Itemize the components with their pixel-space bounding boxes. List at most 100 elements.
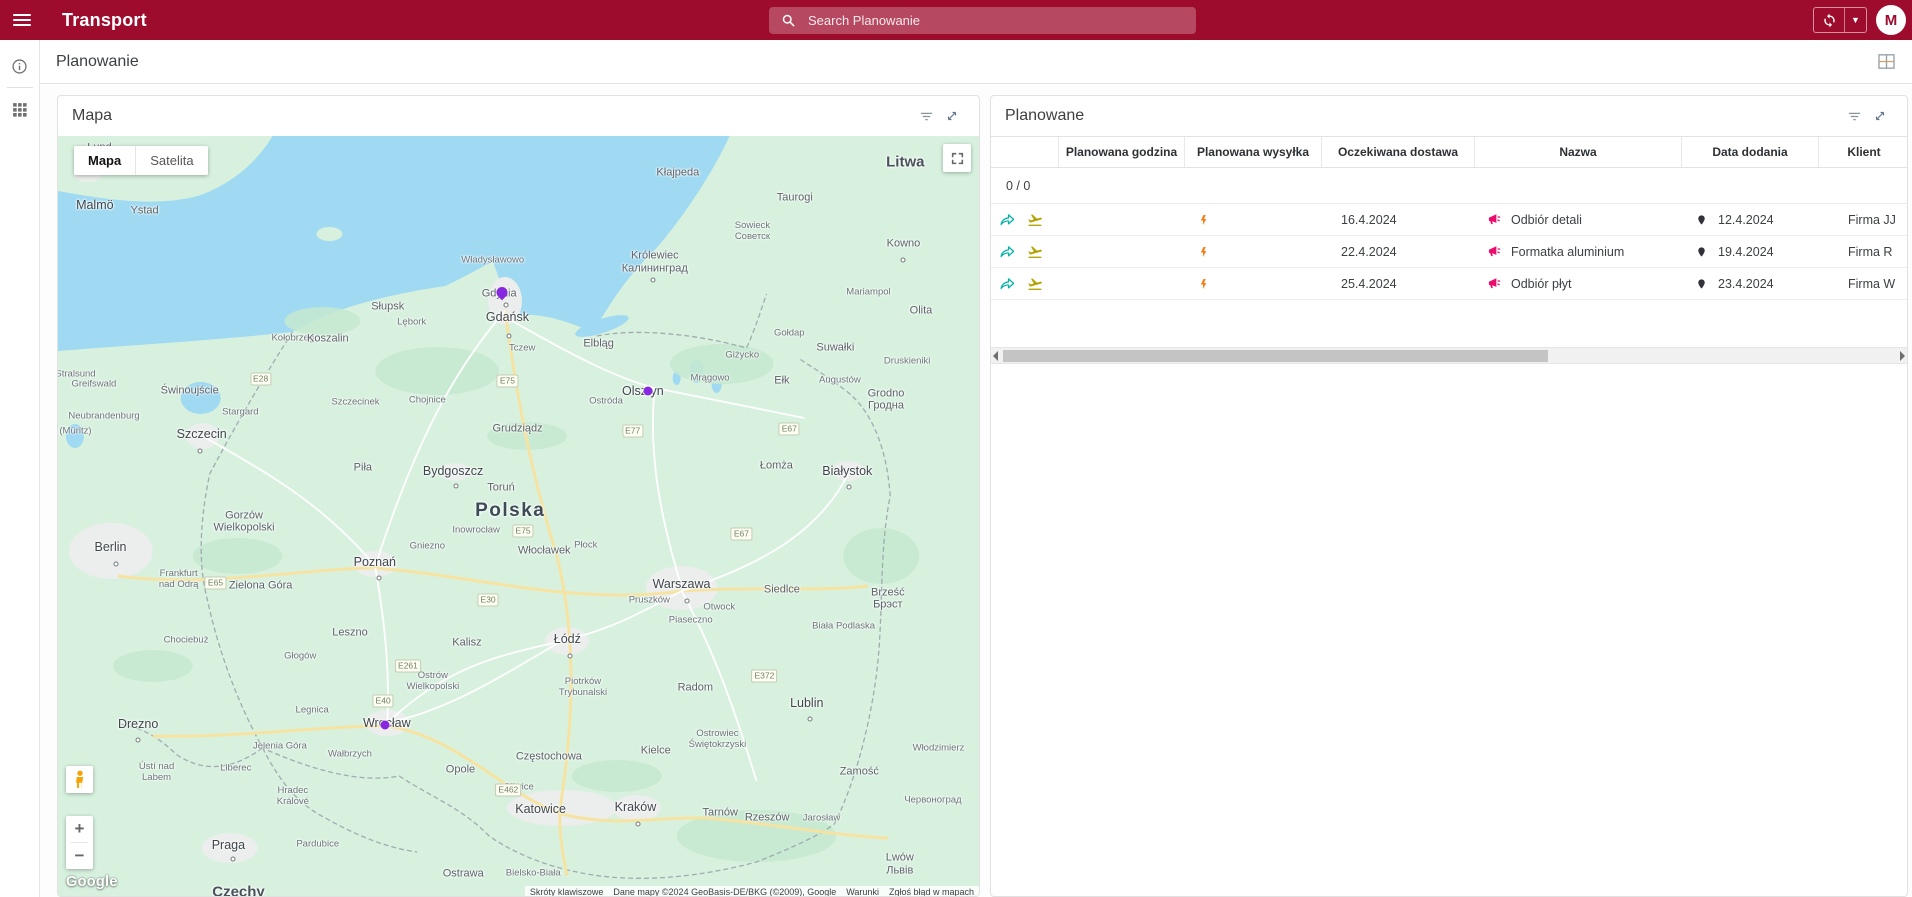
expand-icon[interactable] [1867,103,1893,129]
info-icon[interactable] [0,51,40,81]
forward-arrow-icon [1000,214,1015,226]
map-city-dot [807,716,813,722]
search-icon [782,14,795,27]
apps-grid-icon[interactable] [0,94,40,124]
column-header[interactable]: Oczekiwana dostawa [1321,137,1474,167]
map-attribution: Skróty klawiszowe Dane mapy ©2024 GeoBasi… [524,886,979,896]
road-shield: E75 [496,374,518,388]
road-shield: E77 [622,424,644,438]
map-city-dot [506,333,512,339]
menu-icon[interactable] [0,0,44,40]
selection-count: 0 / 0 [991,168,1907,204]
cell-klient: Firma JJ [1848,212,1896,227]
cell-planowana-godzina [1058,236,1184,267]
column-header[interactable] [991,137,1058,167]
map-city-dot [197,448,203,454]
table-row[interactable]: 16.4.2024 Odbiór detali 12.4.2024 Firma JJ [991,204,1907,236]
forward-arrow-icon [1000,246,1015,258]
cell-oczekiwana-dostawa: 22.4.2024 [1341,244,1397,259]
map-canvas[interactable]: LundMalmöYstadKłajpedaLitwaTaurogiSowiec… [58,136,979,896]
avatar[interactable]: M [1876,5,1906,35]
map-attribution-link[interactable]: Dane mapy ©2024 GeoBasis-DE/BKG (©2009),… [608,886,842,896]
map-marker[interactable] [643,386,653,396]
megaphone-icon [1488,246,1501,257]
chevron-down-icon[interactable]: ▼ [1844,8,1866,32]
flight-land-icon [1028,277,1042,290]
sync-icon[interactable] [1814,8,1844,32]
location-pin-icon [1698,214,1705,225]
street-view-pegman[interactable] [66,766,93,793]
map-city-dot [567,653,573,659]
bolt-icon [1200,278,1207,289]
zoom-out-button[interactable]: − [66,843,93,869]
megaphone-icon [1488,214,1501,225]
google-logo[interactable]: Google [66,874,118,890]
layout-grid-icon[interactable] [1872,48,1900,76]
top-app-bar: Transport Search Planowanie ▼ M [0,0,1912,40]
column-header[interactable]: Nazwa [1474,137,1681,167]
cell-planowana-wysylka [1184,204,1321,235]
map-marker[interactable] [380,720,390,730]
map-attribution-link[interactable]: Zgłoś błąd w mapach [883,886,979,896]
cell-data-dodania: 19.4.2024 [1681,236,1818,267]
map-city-dot [113,561,119,567]
column-header[interactable]: Planowana godzina [1058,137,1184,167]
flight-land-icon [1028,245,1042,258]
cell-data-dodania: 12.4.2024 [1681,204,1818,235]
map-attribution-link[interactable]: Skróty klawiszowe [524,886,609,896]
location-pin-icon [1698,278,1705,289]
road-shield: E65 [204,576,227,590]
scroll-left-arrow[interactable] [993,351,998,361]
map-zoom-control: + − [66,816,93,869]
table-row[interactable]: 25.4.2024 Odbiór płyt 23.4.2024 Firma W [991,268,1907,300]
map-city-dot [684,598,690,604]
cell-klient: Firma R [1848,244,1893,259]
map-city-dot [900,257,906,263]
sync-split-button: ▼ [1813,7,1867,33]
cell-planowana-godzina [1058,268,1184,299]
zoom-in-button[interactable]: + [66,816,93,842]
cell-planowana-wysylka [1184,236,1321,267]
filter-icon[interactable] [913,103,939,129]
road-shield: E67 [778,422,800,436]
map-city-dot [376,575,381,581]
table-row[interactable]: 22.4.2024 Formatka aluminium 19.4.2024 Firm… [991,236,1907,268]
bolt-icon [1200,214,1207,225]
map-fullscreen-button[interactable] [943,144,971,172]
forward-arrow-icon [1000,278,1015,290]
horizontal-scrollbar[interactable] [991,347,1907,364]
planned-panel-title: Planowane [1005,107,1085,124]
app-title: Transport [62,9,147,30]
megaphone-icon [1488,278,1501,289]
road-shield: E462 [495,783,522,797]
map-panel-title: Mapa [72,107,113,124]
table-header-row: Planowana godzina Planowana wysyłka Oczeki… [991,136,1907,168]
cell-nazwa: Odbiór płyt [1474,268,1681,299]
map-city-dot [503,302,509,308]
map-attribution-link[interactable]: Warunki [841,886,884,896]
map-city-dot [453,483,459,489]
map-type-satellite-button[interactable]: Satelita [135,146,208,175]
map-type-map-button[interactable]: Mapa [74,146,136,175]
cell-nazwa: Formatka aluminium [1474,236,1681,267]
road-shield: E40 [372,694,394,708]
flight-land-icon [1028,213,1042,226]
column-header[interactable]: Klient [1818,137,1907,167]
map-city-dot [846,484,852,490]
column-header[interactable]: Planowana wysyłka [1184,137,1321,167]
search-input[interactable]: Search Planowanie [769,7,1196,34]
scrollbar-thumb[interactable] [1003,350,1548,362]
cell-planowana-wysylka [1184,268,1321,299]
planned-panel: Planowane Planowana godzina Planowana wys… [990,95,1908,897]
expand-icon[interactable] [939,103,965,129]
page-header: Planowanie [40,40,1912,84]
map-city-dot [230,856,236,862]
map-city-dot [635,821,641,827]
rail-divider [6,87,33,88]
scroll-right-arrow[interactable] [1900,351,1905,361]
road-shield: E75 [512,524,534,538]
road-shield: E261 [395,659,421,673]
map-city-dot [135,737,141,742]
column-header[interactable]: Data dodania [1681,137,1818,167]
filter-icon[interactable] [1841,103,1867,129]
